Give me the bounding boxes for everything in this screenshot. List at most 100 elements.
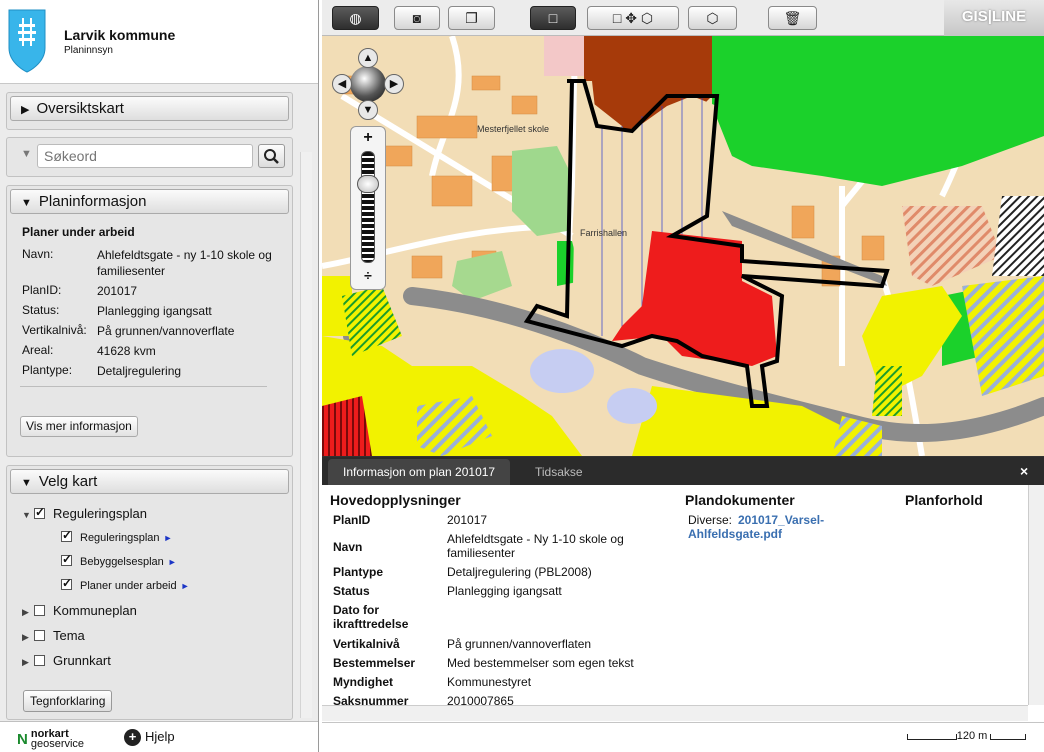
arrow-icon[interactable]: ► [164,533,173,543]
zoom-slider[interactable] [361,151,375,263]
layer-sub-planer[interactable]: Planer under arbeid ► [61,576,190,592]
layer-tema[interactable]: ▶ Tema [22,628,85,643]
doc-link[interactable]: 201017_Varsel-Ahlfeldsgate.pdf [688,513,868,541]
help-link[interactable]: + Hjelp [124,729,175,746]
layer-checkbox[interactable] [61,528,72,542]
layer-checkbox[interactable] [34,655,45,666]
plan-key: Plantype: [22,363,73,377]
layer-checkbox[interactable] [34,605,45,616]
layer-label: Grunnkart [53,653,111,668]
draw-tools-button[interactable]: □ ✥ ⬡ [587,6,679,30]
info-vertical-scrollbar[interactable] [1028,485,1044,705]
pan-up-icon[interactable]: ▲ [358,48,378,68]
cube-button[interactable]: ⬡ [688,6,737,30]
info-key: Plantype [333,565,384,579]
blue-zone [530,349,594,393]
layer-checkbox[interactable] [61,576,72,590]
collapse-icon[interactable]: ▼ [21,148,32,160]
gisline-logo: GIS|LINE [944,0,1044,36]
legend-button[interactable]: Tegnforklaring [23,690,113,712]
pan-center[interactable] [350,66,386,102]
camera-button[interactable]: ◙ [394,6,440,30]
layer-grunnkart[interactable]: ▶ Grunnkart [22,653,111,668]
plan-value: Planlegging igangsatt [97,304,212,318]
relations-heading: Planforhold [905,492,983,508]
layer-label: Reguleringsplan [53,506,147,521]
select-box-button[interactable]: □ [530,6,576,30]
map-label-hall: Farrishallen [580,228,627,238]
search-button[interactable] [258,144,285,168]
layer-header[interactable]: ▼ Velg kart [10,469,289,494]
scale-bar [990,734,1026,740]
norkart-logo: Nnorkart geoservice [17,729,84,750]
expand-icon[interactable]: ▶ [22,632,34,643]
arrow-icon[interactable]: ► [181,581,190,591]
zoom-in-icon[interactable]: + [351,129,385,147]
plan-value: 41628 kvm [97,344,156,358]
layer-panel: ▼ Velg kart ▼ Reguleringsplan Reguleringsp… [6,465,293,720]
layers-button[interactable]: ❐ [448,6,495,30]
layer-sub-bebyggelsesplan[interactable]: Bebyggelsesplan ► [61,552,177,568]
layer-title: Velg kart [38,473,98,490]
layer-kommuneplan[interactable]: ▶ Kommuneplan [22,603,137,618]
camera-icon: ◙ [412,10,422,26]
info-key: Dato for ikrafttredelse [333,603,409,631]
expand-icon[interactable]: ▶ [22,657,34,668]
tab-plan-info[interactable]: Informasjon om plan 201017 [328,459,511,485]
planinfo-header[interactable]: ▼ Planinformasjon [10,189,289,214]
zoom-out-icon[interactable]: ÷ [351,267,385,283]
map-canvas: Mesterfjellet skole Farrishallen [322,36,1044,456]
layer-label: Tema [53,628,85,643]
info-key: Myndighet [333,675,393,689]
status-bar: 120 m [322,722,1044,752]
pan-right-icon[interactable]: ▶ [384,74,404,94]
arrow-icon[interactable]: ► [168,557,177,567]
sidebar-scrollbar[interactable] [300,152,312,718]
map-view[interactable]: Mesterfjellet skole Farrishallen ▲ ▼ ◀ ▶… [322,36,1044,456]
info-panel: Informasjon om plan 201017 Tidsakse × Ho… [322,456,1044,722]
info-horizontal-scrollbar[interactable] [322,705,1028,721]
tab-timeline[interactable]: Tidsakse [520,459,598,485]
planinfo-panel: ▼ Planinformasjon Planer under arbeid Nav… [6,185,293,457]
plan-key: PlanID: [22,283,62,297]
municipal-crest-icon [8,9,46,73]
plan-value: Ahlefeldtsgate - ny 1-10 skole og famili… [97,248,272,278]
pan-left-icon[interactable]: ◀ [332,74,352,94]
pan-down-icon[interactable]: ▼ [358,100,378,120]
globe-icon: ◍ [349,10,362,26]
app: Larvik kommune Planinnsyn ▶ Oversiktskart… [0,0,1044,752]
expand-icon[interactable]: ▶ [22,607,34,618]
layer-reguleringsplan[interactable]: ▼ Reguleringsplan [22,505,147,521]
layer-checkbox[interactable] [34,505,45,519]
info-key: Bestemmelser [333,656,416,670]
info-value: På grunnen/vannoverflaten [447,637,592,651]
plan-value: 201017 [97,284,138,298]
delete-button[interactable]: 🗑 [768,6,817,30]
planinfo-title: Planinformasjon [38,193,147,210]
info-key: Navn [333,540,363,554]
pan-control[interactable]: ▲ ▼ ◀ ▶ [332,48,404,120]
zoom-handle[interactable] [357,175,379,193]
hatched-zone [902,206,1002,286]
plan-value: Detaljregulering [97,364,182,378]
globe-button[interactable]: ◍ [332,6,379,30]
layer-checkbox[interactable] [34,630,45,641]
norkart-logo-icon: N [17,730,28,748]
docs-heading: Plandokumenter [685,492,795,508]
plan-key: Vertikalnivå: [22,323,87,337]
info-value: Detaljregulering (PBL2008) [447,565,592,579]
search-panel: ▼ [6,137,293,177]
info-value: Kommunestyret [447,675,532,689]
collapse-icon: ▼ [21,197,32,209]
overview-header[interactable]: ▶ Oversiktskart [10,96,289,121]
search-input[interactable] [37,144,253,168]
green-hatch-zone [872,366,902,416]
info-value: Planlegging igangsatt [447,584,562,598]
more-info-button[interactable]: Vis mer informasjon [20,416,138,437]
hatched-zone [992,196,1044,276]
layer-label: Planer under arbeid [80,580,177,592]
expand-icon[interactable]: ▼ [22,510,34,520]
layer-sub-reguleringsplan[interactable]: Reguleringsplan ► [61,528,173,544]
close-icon[interactable]: × [1020,457,1028,485]
layer-checkbox[interactable] [61,552,72,566]
